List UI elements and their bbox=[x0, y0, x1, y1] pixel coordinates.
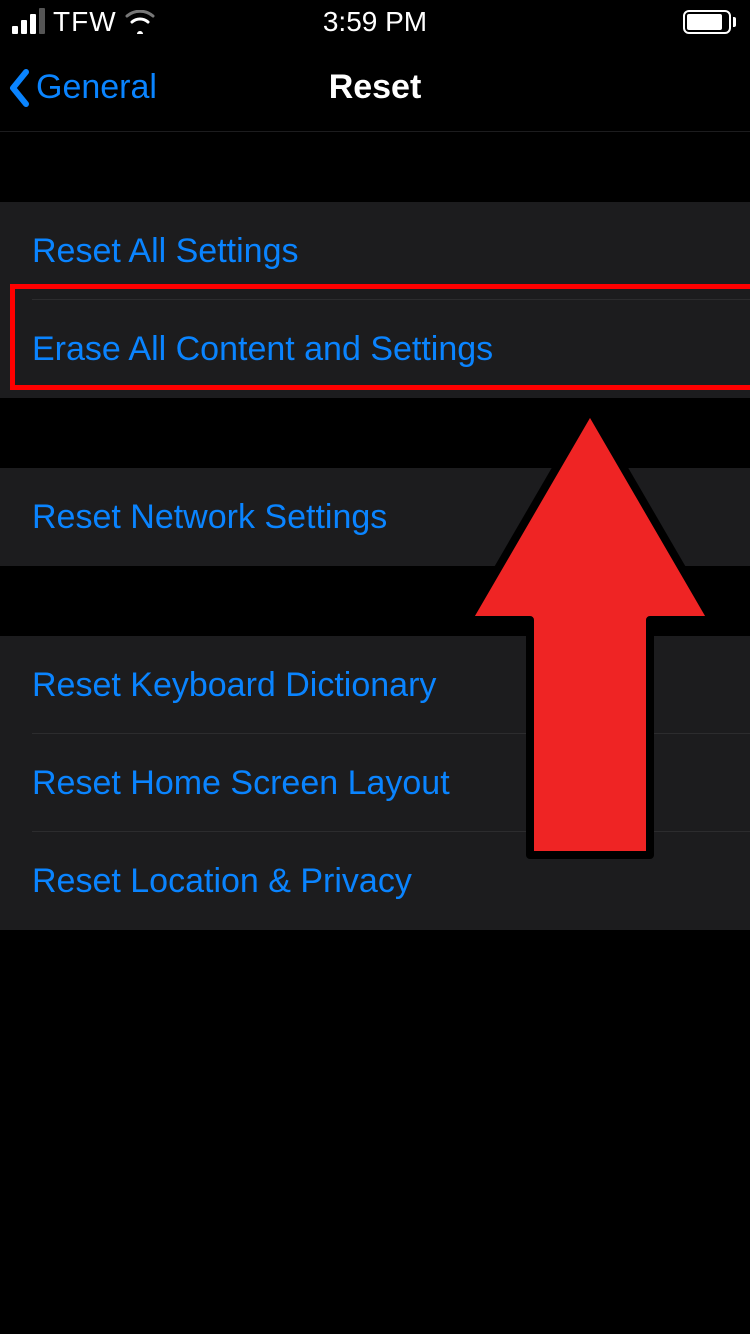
cell-label: Reset Keyboard Dictionary bbox=[32, 666, 436, 705]
reset-keyboard-dictionary-cell[interactable]: Reset Keyboard Dictionary bbox=[0, 636, 750, 734]
content-scrollview[interactable]: Reset All Settings Erase All Content and… bbox=[0, 132, 750, 930]
section-spacer bbox=[0, 132, 750, 202]
cell-label: Reset Home Screen Layout bbox=[32, 764, 450, 803]
reset-home-screen-cell[interactable]: Reset Home Screen Layout bbox=[0, 734, 750, 832]
cell-signal-icon bbox=[12, 10, 45, 34]
status-right bbox=[683, 10, 736, 34]
reset-group-2: Reset Network Settings bbox=[0, 468, 750, 566]
back-button[interactable]: General bbox=[8, 68, 157, 107]
wifi-icon bbox=[125, 10, 155, 34]
ios-settings-reset-screen: TFW 3:59 PM General bbox=[0, 0, 750, 1334]
battery-icon bbox=[683, 10, 736, 34]
chevron-left-icon bbox=[8, 69, 30, 107]
navigation-bar: General Reset bbox=[0, 44, 750, 132]
clock: 3:59 PM bbox=[323, 6, 427, 38]
reset-all-settings-cell[interactable]: Reset All Settings bbox=[0, 202, 750, 300]
cell-label: Erase All Content and Settings bbox=[32, 330, 493, 369]
status-left: TFW bbox=[12, 6, 155, 38]
section-spacer bbox=[0, 398, 750, 468]
section-spacer bbox=[0, 566, 750, 636]
cell-label: Reset Network Settings bbox=[32, 498, 387, 537]
cell-label: Reset Location & Privacy bbox=[32, 862, 412, 901]
reset-location-privacy-cell[interactable]: Reset Location & Privacy bbox=[0, 832, 750, 930]
reset-group-3: Reset Keyboard Dictionary Reset Home Scr… bbox=[0, 636, 750, 930]
reset-group-1: Reset All Settings Erase All Content and… bbox=[0, 202, 750, 398]
erase-all-content-cell[interactable]: Erase All Content and Settings bbox=[0, 300, 750, 398]
carrier-label: TFW bbox=[53, 6, 117, 38]
back-button-label: General bbox=[36, 68, 157, 107]
reset-network-cell[interactable]: Reset Network Settings bbox=[0, 468, 750, 566]
status-bar: TFW 3:59 PM bbox=[0, 0, 750, 44]
cell-label: Reset All Settings bbox=[32, 232, 298, 271]
page-title: Reset bbox=[329, 68, 422, 107]
